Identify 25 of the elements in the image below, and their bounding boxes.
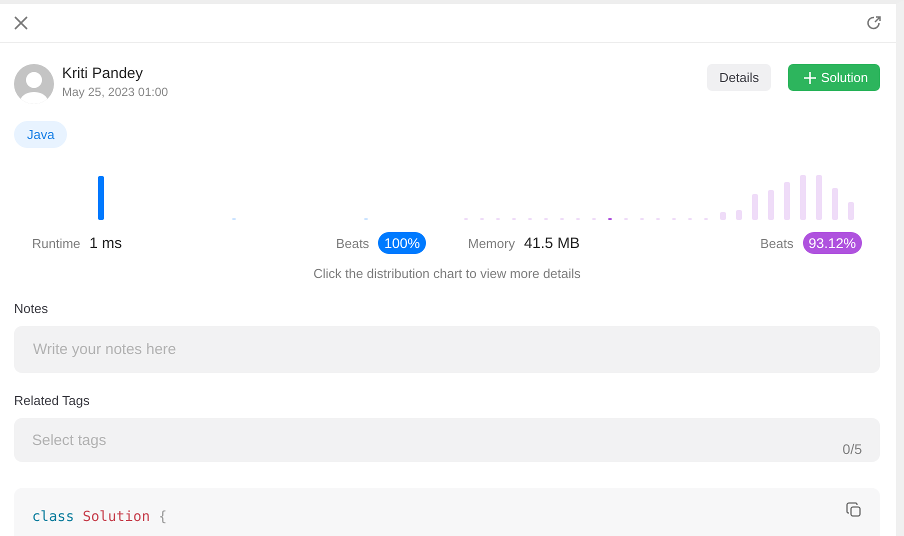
post-date: May 25, 2023 01:00 (62, 85, 170, 99)
copy-icon[interactable] (846, 502, 862, 518)
open-external-icon[interactable] (866, 15, 882, 31)
beats-label: Beats (336, 236, 370, 250)
stat-value: 1 ms (89, 234, 122, 252)
notes-field[interactable]: Write your notes here (14, 326, 880, 373)
beats-label: Beats (760, 236, 794, 250)
plus-icon (804, 72, 816, 84)
close-icon[interactable] (14, 16, 28, 30)
beats-badge: 93.12% (802, 232, 862, 254)
stat-label: Memory (468, 236, 515, 250)
related-tags-label: Related Tags (14, 393, 91, 408)
language-tag[interactable]: Java (14, 121, 68, 148)
chart-hint: Click the distribution chart to view more details (312, 266, 582, 281)
code-token: class (32, 509, 74, 525)
avatar-placeholder (14, 64, 54, 104)
author-name[interactable]: Kriti Pandey (62, 65, 700, 82)
tag-count: 0/5 (842, 441, 862, 457)
beats-badge: 100% (378, 232, 426, 254)
code-token: Solution (82, 509, 150, 525)
stat-value: 41.5 MB (524, 234, 580, 252)
details-button[interactable]: Details (707, 64, 772, 91)
code-token: { (158, 509, 167, 525)
stat-label: Runtime (32, 236, 80, 250)
notes-label: Notes (14, 301, 49, 316)
